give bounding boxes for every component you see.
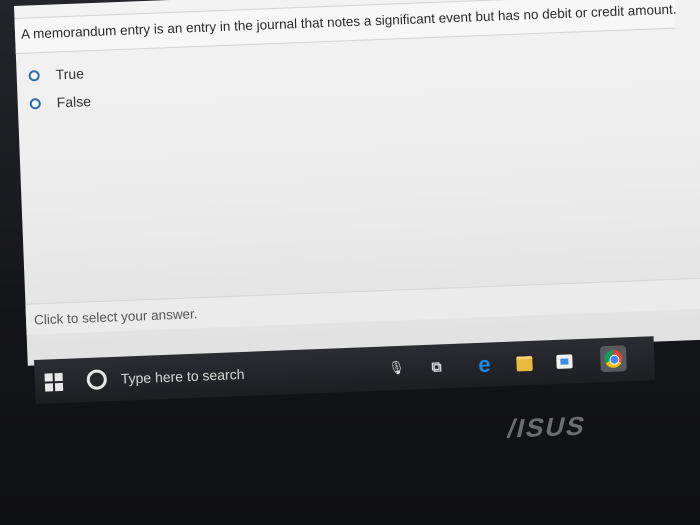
file-explorer-icon[interactable] xyxy=(514,353,535,374)
taskbar-search-box[interactable]: Type here to search xyxy=(86,352,387,395)
search-placeholder[interactable]: Type here to search xyxy=(120,366,244,387)
option-label-true: True xyxy=(55,65,85,83)
edge-icon[interactable]: e xyxy=(474,351,495,376)
option-label-false: False xyxy=(56,93,92,111)
question-text: A memorandum entry is an entry in the jo… xyxy=(20,1,677,42)
browser-screen: A memorandum entry is an entry in the jo… xyxy=(14,0,700,366)
windows-start-icon[interactable] xyxy=(44,372,64,392)
question-bar: A memorandum entry is an entry in the jo… xyxy=(14,0,677,54)
cortana-icon[interactable] xyxy=(86,369,108,390)
radio-false[interactable] xyxy=(29,97,41,109)
radio-true[interactable] xyxy=(28,69,40,81)
option-false[interactable]: False xyxy=(29,93,91,111)
chrome-icon[interactable] xyxy=(599,345,627,373)
microphone-icon[interactable]: 🎙 xyxy=(386,358,407,379)
hint-bar: Click to select your answer. xyxy=(25,277,700,335)
task-view-icon[interactable]: ⧉ xyxy=(426,356,447,377)
hint-text: Click to select your answer. xyxy=(33,306,198,328)
laptop-brand-logo: /ISUS xyxy=(504,410,590,444)
store-icon[interactable] xyxy=(554,351,575,372)
option-true[interactable]: True xyxy=(28,65,84,83)
